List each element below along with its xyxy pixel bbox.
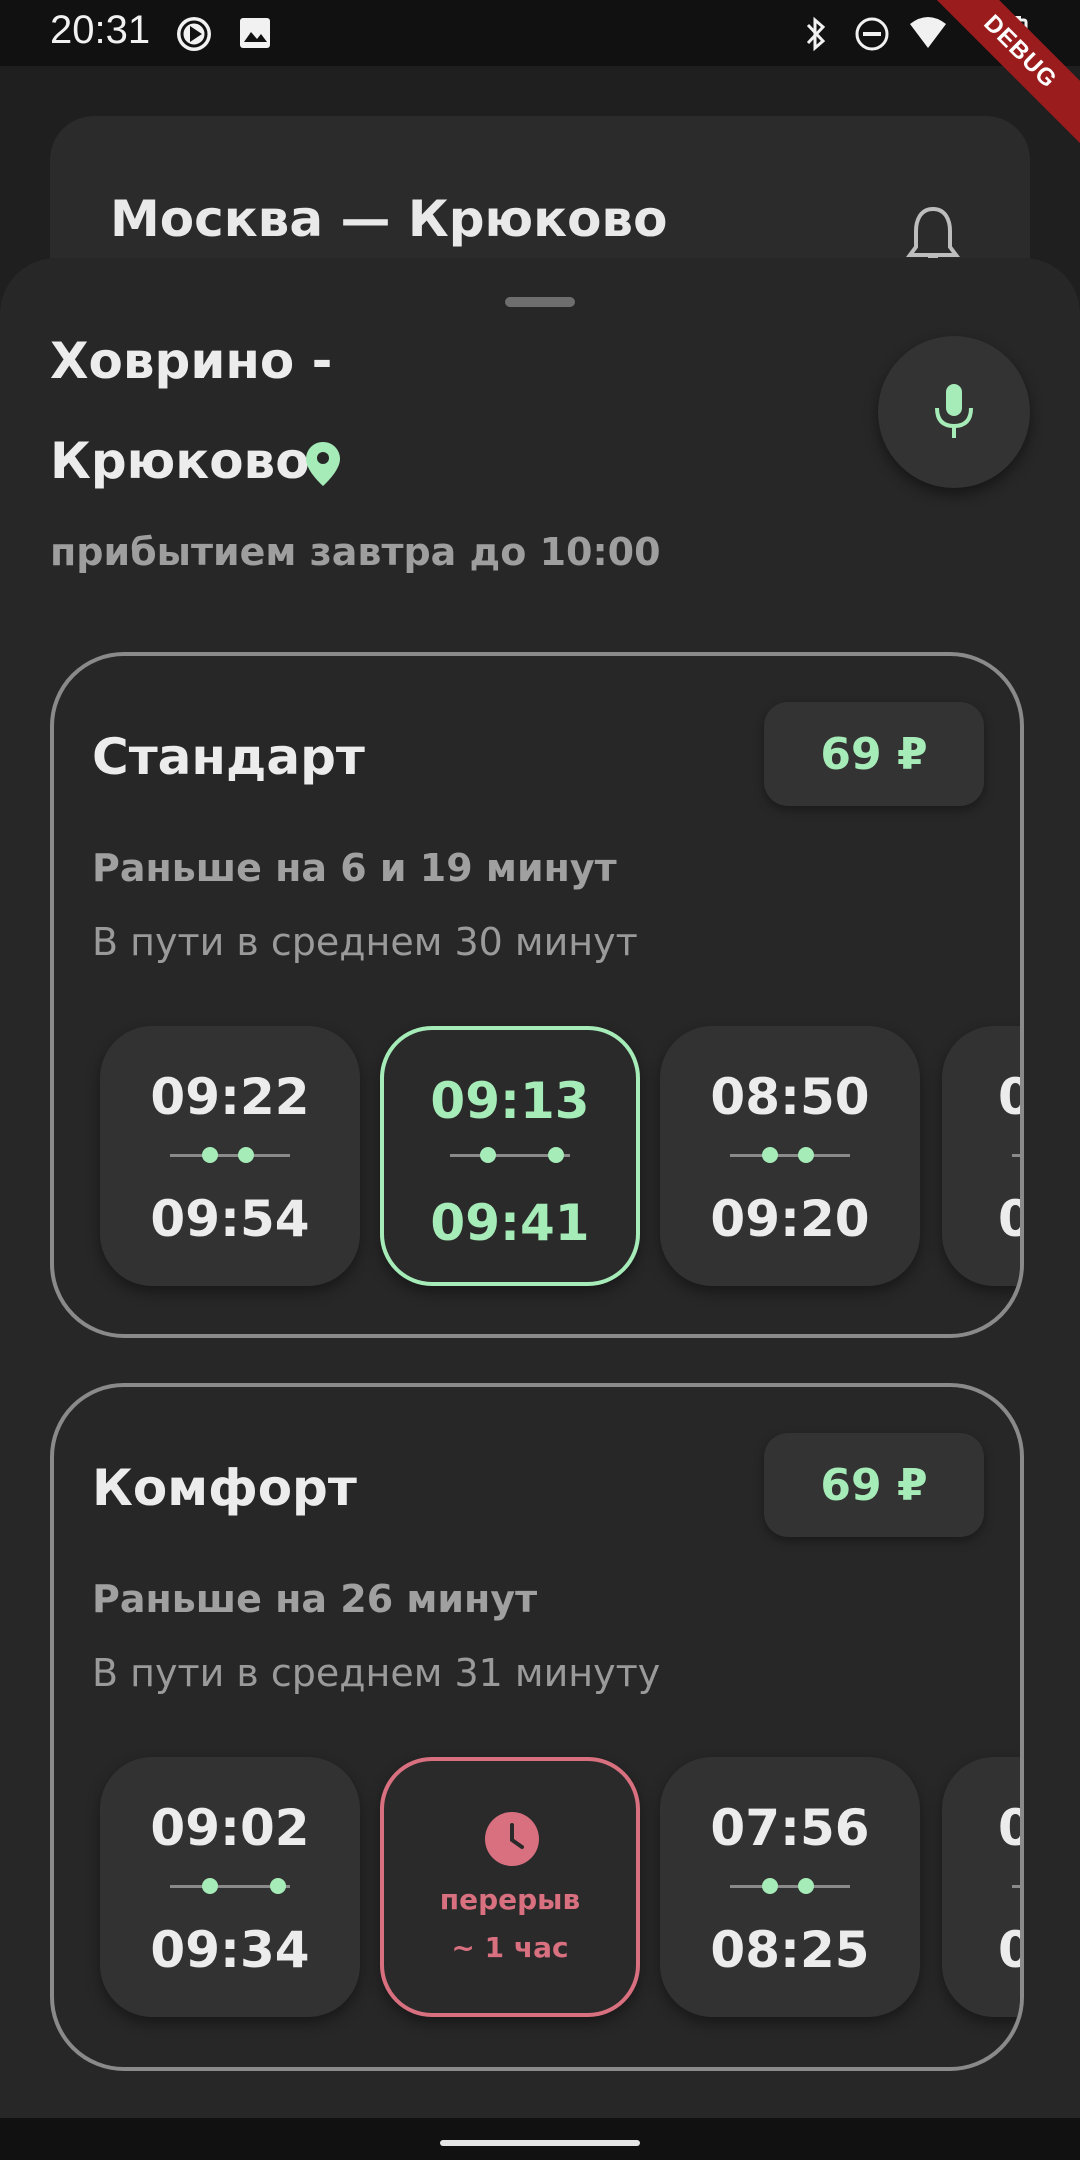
- tariff-price-button[interactable]: 69 ₽: [764, 1433, 984, 1537]
- bluetooth-icon: [802, 16, 830, 56]
- break-slot[interactable]: перерыв ~ 1 час: [380, 1757, 640, 2017]
- average-travel-time: В пути в среднем 30 минут: [92, 920, 638, 964]
- tariff-title: Стандарт: [92, 728, 365, 786]
- wifi-icon: [908, 16, 948, 54]
- arrival-time: 08:25: [710, 1921, 870, 1979]
- tariff-card-standard: Стандарт 69 ₽ Раньше на 6 и 19 минут В п…: [50, 652, 1024, 1338]
- clock-icon: [484, 1811, 540, 1871]
- play-icon: [176, 16, 212, 56]
- stop-dot: [762, 1878, 778, 1894]
- voice-search-button[interactable]: [878, 336, 1030, 488]
- earlier-info: Раньше на 26 минут: [92, 1577, 538, 1621]
- route-line: [170, 1154, 290, 1157]
- departure-time: 07:56: [710, 1799, 870, 1857]
- stop-dot: [270, 1878, 286, 1894]
- break-label: перерыв: [439, 1883, 581, 1916]
- stop-dot: [762, 1147, 778, 1163]
- arrival-time: 09:20: [710, 1190, 870, 1248]
- route-line: [730, 1154, 850, 1157]
- train-slot-selected[interactable]: 09:13 09:41: [380, 1026, 640, 1286]
- sheet-drag-handle[interactable]: [505, 297, 575, 307]
- tariff-price-button[interactable]: 69 ₽: [764, 702, 984, 806]
- route-title-from: Ховрино -: [50, 332, 333, 390]
- departure-time: 09:02: [150, 1799, 310, 1857]
- route-line: [1012, 1154, 1020, 1157]
- navigation-bar: [0, 2118, 1080, 2160]
- train-slot[interactable]: 08: 09:: [942, 1026, 1020, 1286]
- break-duration: ~ 1 час: [451, 1931, 569, 1964]
- train-slot[interactable]: 07: 08:: [942, 1757, 1020, 2017]
- status-time: 20:31: [50, 8, 151, 52]
- microphone-icon: [935, 384, 973, 438]
- departure-time: 07:: [998, 1799, 1020, 1857]
- stop-dot: [548, 1147, 564, 1163]
- arrival-time: 09:41: [430, 1194, 590, 1252]
- train-slot[interactable]: 08:50 09:20: [660, 1026, 920, 1286]
- stop-dot: [202, 1147, 218, 1163]
- home-gesture-handle[interactable]: [440, 2140, 640, 2146]
- arrival-time: 09:: [998, 1190, 1020, 1248]
- image-icon: [238, 16, 272, 54]
- stop-dot: [798, 1878, 814, 1894]
- tariff-card-comfort: Комфорт 69 ₽ Раньше на 26 минут В пути в…: [50, 1383, 1024, 2071]
- train-slot[interactable]: 07:56 08:25: [660, 1757, 920, 2017]
- departure-time: 09:13: [430, 1072, 590, 1130]
- earlier-info: Раньше на 6 и 19 минут: [92, 846, 617, 890]
- arrival-time: 09:54: [150, 1190, 310, 1248]
- train-slot[interactable]: 09:02 09:34: [100, 1757, 360, 2017]
- stop-dot: [202, 1878, 218, 1894]
- tariff-title: Комфорт: [92, 1459, 357, 1517]
- departure-time: 09:22: [150, 1068, 310, 1126]
- arrival-subtitle: прибытием завтра до 10:00: [50, 530, 661, 574]
- route-line: [1012, 1885, 1020, 1888]
- route-line: [730, 1885, 850, 1888]
- stop-dot: [798, 1147, 814, 1163]
- location-pin-icon[interactable]: [304, 440, 342, 492]
- route-title-to: Крюково: [50, 432, 310, 490]
- departure-time: 08:: [998, 1068, 1020, 1126]
- train-slot[interactable]: 09:22 09:54: [100, 1026, 360, 1286]
- departure-time: 08:50: [710, 1068, 870, 1126]
- arrival-time: 09:34: [150, 1921, 310, 1979]
- arrival-time: 08:: [998, 1921, 1020, 1979]
- average-travel-time: В пути в среднем 31 минуту: [92, 1651, 661, 1695]
- stop-dot: [238, 1147, 254, 1163]
- stop-dot: [480, 1147, 496, 1163]
- background-route-title: Москва — Крюково: [110, 190, 668, 248]
- dnd-icon: [854, 16, 890, 56]
